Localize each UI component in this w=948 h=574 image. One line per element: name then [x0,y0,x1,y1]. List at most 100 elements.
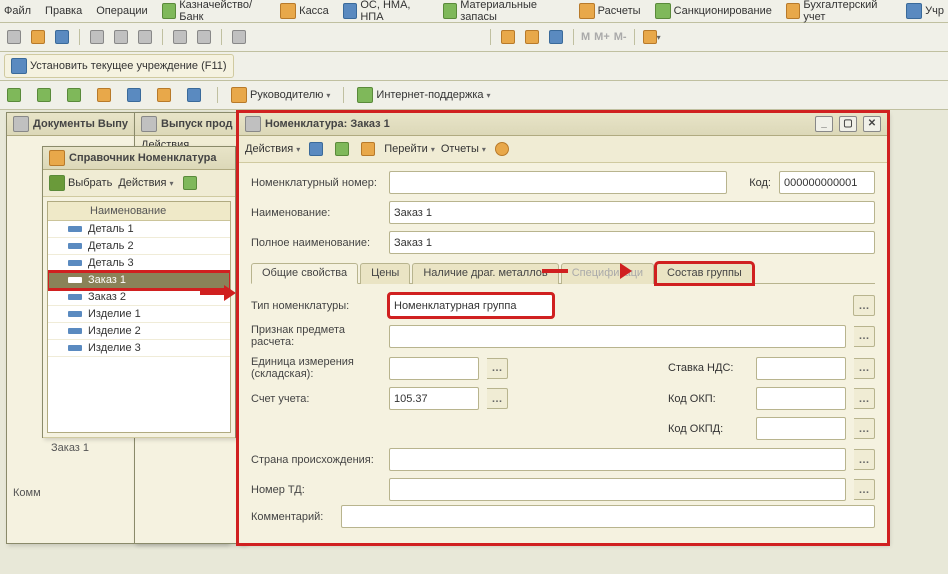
list-item[interactable]: Изделие 1 [48,306,230,323]
tl-6[interactable] [154,85,174,105]
tb-mplus[interactable]: M+ [594,31,610,43]
menu-edit[interactable]: Правка [45,5,82,17]
menu-file[interactable]: Файл [4,5,31,17]
menu-ops[interactable]: Операции [96,5,147,17]
menu-uch[interactable]: Учр [906,3,944,19]
list-item[interactable]: Заказ 2 [48,289,230,306]
ref-select[interactable]: Выбрать [49,175,112,191]
tab-2[interactable]: Наличие драг. металлов [412,263,558,284]
list-item[interactable]: Деталь 3 [48,255,230,272]
tb-open-icon[interactable] [28,27,48,47]
support-dropdown[interactable]: Интернет-поддержка▾ [357,87,490,103]
input-vat[interactable] [756,357,846,380]
tb-copy-icon[interactable] [111,27,131,47]
label-okp: Код ОКП: [668,393,748,405]
okpd-picker-button[interactable]: … [854,418,875,439]
menu-calc[interactable]: Расчеты [579,3,641,19]
tab-3[interactable]: Спецификаци [561,263,654,284]
input-okp[interactable] [756,387,846,410]
tb-mminus[interactable]: M- [614,31,627,43]
tb-new-icon[interactable] [4,27,24,47]
item-bullet-icon [68,345,82,351]
country-picker-button[interactable]: … [854,449,875,470]
maximize-button[interactable]: ▢ [839,116,857,132]
tl-3[interactable] [64,85,84,105]
tab-1[interactable]: Цены [360,263,410,284]
vat-picker-button[interactable]: … [854,358,875,379]
input-fullname[interactable]: Заказ 1 [389,231,875,254]
tb-find-icon[interactable] [229,27,249,47]
menu-sanction[interactable]: Санкционирование [655,3,772,19]
nom-help-icon[interactable] [492,139,512,159]
nom-go[interactable]: Перейти▾ [384,143,435,155]
input-acct[interactable]: 105.37 [389,387,479,410]
window-ref-title: Справочник Номенклатура [69,152,216,164]
tl-7[interactable] [184,85,204,105]
tb-date-icon[interactable] [522,27,542,47]
form-icon [245,116,261,132]
input-name[interactable]: Заказ 1 [389,201,875,224]
tb-m[interactable]: M [581,31,590,43]
td-picker-button[interactable]: … [854,479,875,500]
close-button[interactable]: ✕ [863,116,881,132]
nom-reread-icon[interactable] [332,139,352,159]
window-nom-title: Номенклатура: Заказ 1 [265,118,390,130]
tb-tools-icon[interactable]: ▾ [642,27,662,47]
list-icon [13,116,29,132]
item-bullet-icon [68,328,82,334]
menu-treasury[interactable]: Казначейство/Банк [162,0,266,23]
input-country[interactable] [389,448,846,471]
calcsign-picker-button[interactable]: … [854,326,875,347]
tb-redo-icon[interactable] [194,27,214,47]
tab-4[interactable]: Состав группы [656,263,753,284]
input-code[interactable]: 000000000001 [779,171,875,194]
tl-1[interactable] [4,85,24,105]
nom-save-icon[interactable] [306,139,326,159]
input-okpd[interactable] [756,417,846,440]
label-okpd: Код ОКПД: [668,423,748,435]
menu-cash[interactable]: Касса [280,3,329,19]
set-institution-button[interactable]: Установить текущее учреждение (F11) [4,54,234,78]
label-calcsign: Признак предмета расчета: [251,324,381,348]
person-icon [231,87,247,103]
input-num[interactable] [389,171,727,194]
list-item[interactable]: Изделие 3 [48,340,230,357]
nom-actions[interactable]: Действия▾ [245,143,300,155]
label-code: Код: [735,177,771,189]
input-comment[interactable] [341,505,875,528]
input-td[interactable] [389,478,846,501]
input-unit[interactable] [389,357,479,380]
list-item-label: Изделие 2 [88,325,141,337]
nom-nav-icon[interactable] [358,139,378,159]
minimize-button[interactable]: _ [815,116,833,132]
menu-acct[interactable]: Бухгалтерский учет [786,0,892,23]
ref-add-icon[interactable] [180,173,200,193]
label-comment: Комментарий: [251,511,333,523]
okp-picker-button[interactable]: … [854,388,875,409]
list-item[interactable]: Заказ 1 [48,272,230,289]
list-item[interactable]: Деталь 1 [48,221,230,238]
tb-cut-icon[interactable] [87,27,107,47]
tb-paste-icon[interactable] [135,27,155,47]
tl-2[interactable] [34,85,54,105]
tb-help-icon[interactable] [546,27,566,47]
tb-undo-icon[interactable] [170,27,190,47]
ref-actions[interactable]: Действия▾ [118,177,173,189]
tb-save-icon[interactable] [52,27,72,47]
type-picker-button[interactable]: … [853,295,875,316]
tab-0[interactable]: Общие свойства [251,263,358,284]
tl-5[interactable] [124,85,144,105]
lead-dropdown[interactable]: Руководителю▾ [231,87,330,103]
menu-stock[interactable]: Материальные запасы [443,0,565,23]
input-calcsign[interactable] [389,325,846,348]
acct-picker-button[interactable]: … [487,388,508,409]
input-type[interactable]: Номенклатурная группа [389,294,553,317]
tb-calc-icon[interactable] [498,27,518,47]
nom-reports[interactable]: Отчеты▾ [441,143,486,155]
toolbar-links: Руководителю▾ Интернет-поддержка▾ [0,81,948,110]
menu-os[interactable]: ОС, НМА, НПА [343,0,429,23]
unit-picker-button[interactable]: … [487,358,508,379]
tl-4[interactable] [94,85,114,105]
list-item[interactable]: Деталь 2 [48,238,230,255]
list-item[interactable]: Изделие 2 [48,323,230,340]
